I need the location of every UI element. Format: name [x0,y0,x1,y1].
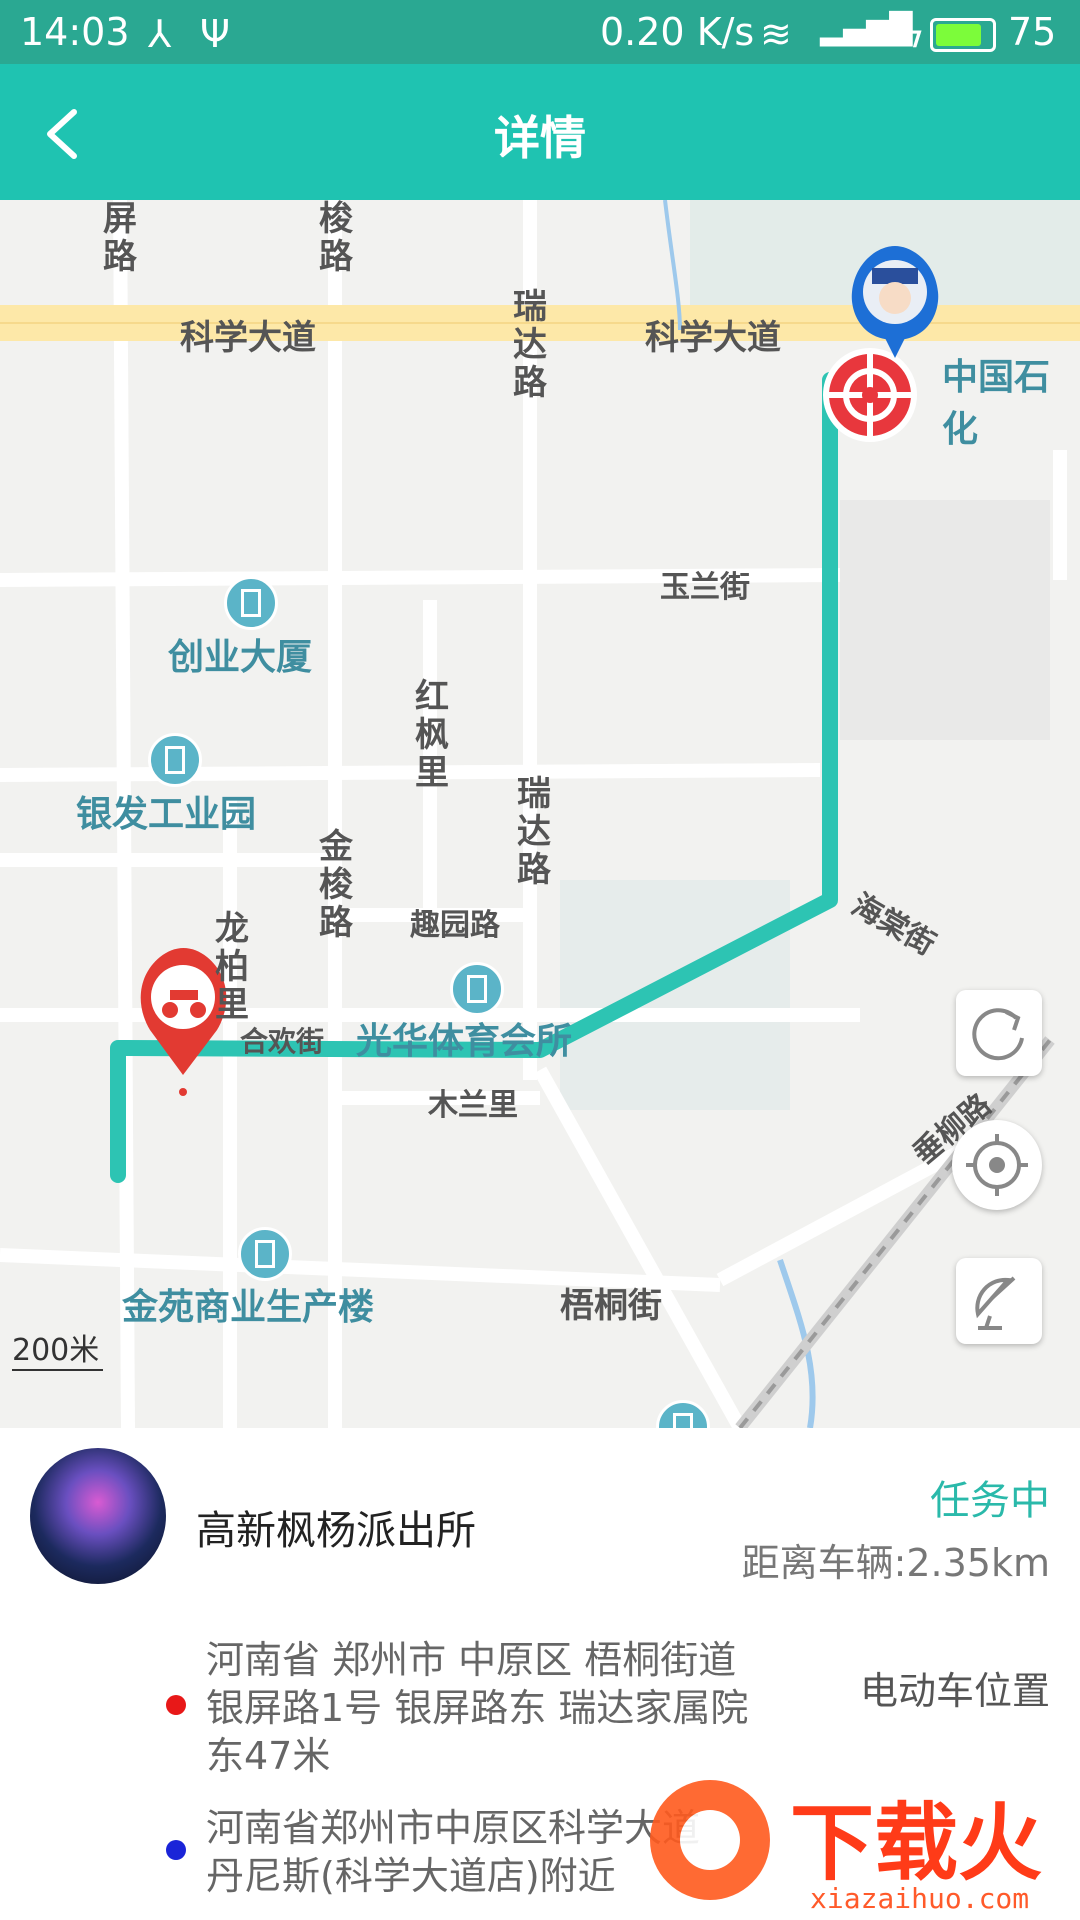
sports-icon [450,962,504,1016]
page-title: 详情 [494,111,586,165]
poi-label[interactable]: 银发工业园 [76,785,256,837]
police-marker-icon[interactable] [851,246,939,358]
battery-level: 75 [1008,10,1057,54]
police-address-line: 丹尼斯(科学大道店)附近 [206,1854,616,1898]
road-label: 趣园路 [410,908,500,943]
road-label: 金梭路 [319,827,353,943]
road-label: 瑞达路 [513,287,547,403]
road-label: 龙柏里 [215,909,249,1025]
refresh-button[interactable] [956,990,1042,1076]
road-label: 瑞达路 [517,774,551,890]
vehicle-location-dot [166,1695,186,1715]
usb-icon: Ψ [200,12,230,56]
map-view[interactable]: 科学大道 科学大道 瑞达路 瑞达路 玉兰街 红枫里 金梭路 梭路 屏路 龙柏里 … [0,200,1080,1428]
road-label: 合欢街 [240,1025,325,1058]
locate-icon [966,1134,1028,1196]
share-icon: ⅄ [148,12,172,56]
road-label: 科学大道 [180,318,316,358]
building-icon [224,576,278,630]
watermark-url: xiazaihuo.com [810,1882,1030,1915]
vehicle-address-line: 银屏路1号 银屏路东 瑞达家属院 [206,1686,749,1730]
task-status: 任务中 [930,1478,1050,1524]
vehicle-address-line: 河南省 郑州市 中原区 梧桐街道 [206,1638,737,1682]
poi-label[interactable]: 创业大厦 [168,628,312,680]
road-label: 红枫里 [415,677,449,793]
road-label: 木兰里 [428,1088,518,1123]
wifi-icon: ≋ [760,12,792,56]
road-label: 屏路 [103,200,137,277]
map-scale: 200米 [12,1325,104,1371]
status-time: 14:03 [20,10,130,54]
flame-logo-icon [650,1780,770,1900]
police-location-dot [166,1840,186,1860]
signal-icon: ▂▄▆█ [820,12,913,47]
satellite-dish-icon [975,1276,1016,1330]
road-label: 梧桐街 [560,1286,662,1326]
station-name: 高新枫杨派出所 [196,1508,476,1554]
status-bar: 14:03 ⅄ Ψ 0.20 K/s ≋ ▂▄▆█ ϟ 75 [0,0,1080,64]
distance-label: 距离车辆:2.35km [741,1541,1050,1585]
vehicle-address-line: 东47米 [206,1734,331,1778]
building-icon [148,733,202,787]
charging-icon: ϟ [900,12,926,56]
road-label: 科学大道 [645,318,781,358]
road-label: 玉兰街 [660,570,750,605]
vehicle-address-tag: 电动车位置 [859,1669,1050,1713]
network-speed: 0.20 K/s [600,10,755,54]
poi-label[interactable]: 光华体育会所 [356,1012,572,1064]
building-icon [238,1227,292,1281]
watermark: 下载火 xiazaihuo.com [640,1770,1080,1920]
road-label: 梭路 [319,200,353,277]
police-address-line: 河南省郑州市中原区科学大道 [206,1806,701,1850]
locate-button[interactable] [952,1120,1042,1210]
satellite-button[interactable] [956,1258,1042,1344]
poi-label[interactable]: 金苑商业生产楼 [122,1278,374,1330]
header-bar: 详情 [0,64,1080,200]
watermark-brand: 下载火 [790,1794,1043,1892]
poi-label[interactable]: 中国石化 [942,348,1080,452]
destination-target-icon [823,348,917,442]
station-avatar [30,1448,166,1584]
refresh-icon [972,1008,1024,1061]
battery-icon [930,18,996,52]
